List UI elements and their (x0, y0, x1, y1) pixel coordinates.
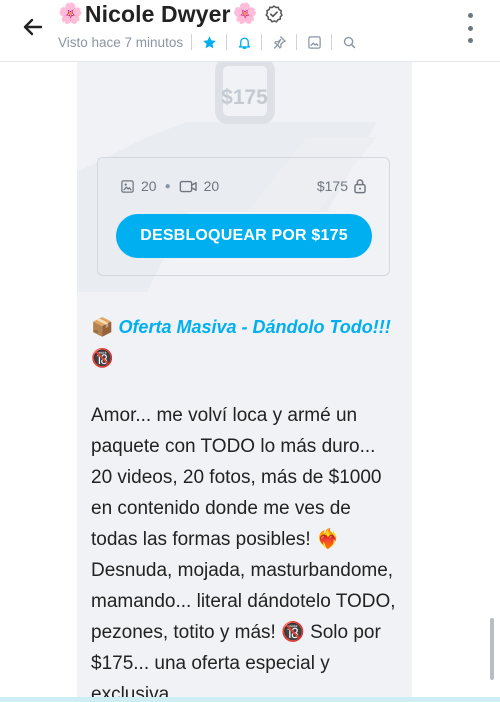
paywall-box: 20 ● 20 $175 DESBLOQUEAR POR $175 (97, 157, 390, 276)
more-options-icon[interactable] (460, 13, 480, 43)
photo-icon (121, 179, 134, 193)
small-lock-icon (354, 179, 366, 194)
video-icon (179, 180, 197, 192)
post-title: 📦 Oferta Masiva - Dándolo Todo!!! 🔞 (91, 312, 396, 374)
fire-heart-emoji: ❤️‍🔥 (315, 529, 340, 550)
chat-subtitle-row: Visto hace 7 minutos (58, 33, 358, 51)
locked-message-bubble: $175 20 ● 20 $175 DESBLOQUEAR POR $175 📦… (77, 62, 412, 702)
separator-dot: ● (164, 180, 171, 192)
gallery-icon[interactable] (305, 33, 323, 51)
search-icon[interactable] (340, 33, 358, 51)
last-seen-text: Visto hace 7 minutos (58, 34, 184, 50)
back-arrow-icon[interactable] (18, 12, 48, 42)
pin-icon[interactable] (270, 33, 288, 51)
scrollbar[interactable] (490, 618, 494, 680)
bell-icon[interactable] (235, 33, 253, 51)
photo-count: 20 (141, 178, 157, 194)
star-icon[interactable] (200, 33, 218, 51)
divider (261, 34, 263, 50)
unlock-button[interactable]: DESBLOQUEAR POR $175 (116, 214, 372, 258)
chat-header: 🌸 Nicole Dwyer 🌸 Visto hace 7 minutos (0, 0, 500, 62)
bottom-edge (0, 697, 500, 702)
cherry-blossom-emoji: 🌸 (232, 3, 258, 25)
post-title-text: Oferta Masiva - Dándolo Todo!!! (118, 317, 391, 337)
locked-price-label: $175 (221, 86, 268, 109)
adult-badge-emoji: 🔞 (91, 348, 114, 368)
adult-badge-emoji: 🔞 (281, 622, 305, 643)
contact-name[interactable]: Nicole Dwyer (85, 1, 231, 28)
divider (191, 34, 193, 50)
divider (226, 34, 228, 50)
post-body: Amor... me volví loca y armé un paquete … (91, 400, 401, 702)
cherry-blossom-emoji: 🌸 (58, 3, 83, 25)
media-counts: 20 ● 20 (120, 178, 219, 194)
price-text: $175 (316, 178, 348, 194)
chat-title[interactable]: 🌸 Nicole Dwyer 🌸 (58, 0, 284, 28)
divider (296, 34, 298, 50)
package-emoji: 📦 (91, 317, 114, 337)
video-count: 20 (203, 178, 220, 194)
paywall-price: $175 (317, 178, 367, 194)
divider (331, 34, 333, 50)
verified-icon (265, 5, 284, 23)
